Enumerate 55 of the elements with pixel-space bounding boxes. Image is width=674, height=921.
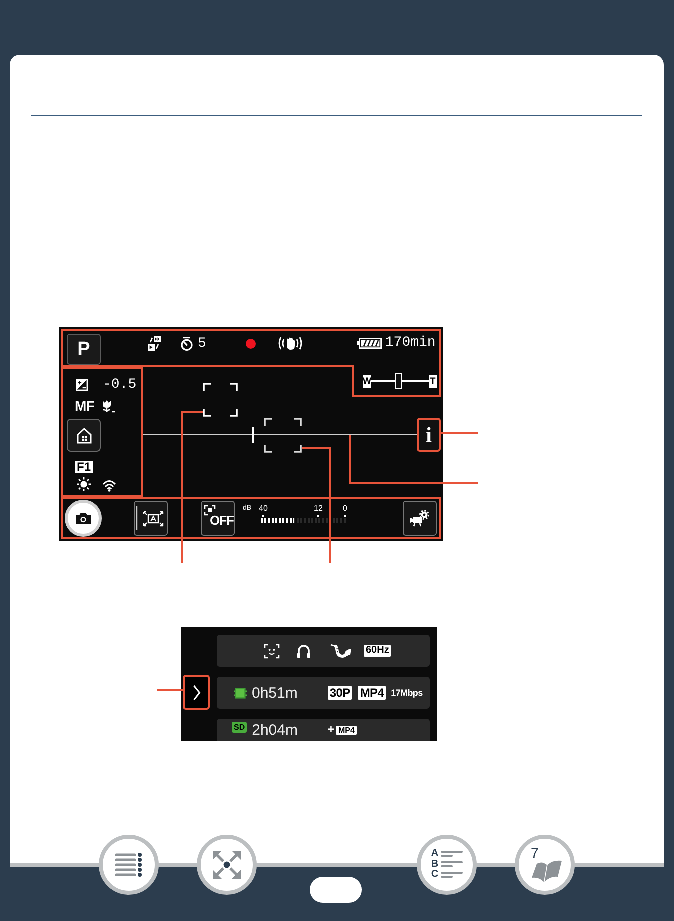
format-badge: MP4 bbox=[336, 726, 357, 735]
plus-sign: + bbox=[328, 723, 334, 738]
lines-icon bbox=[440, 850, 463, 880]
page-button[interactable]: 7 bbox=[515, 835, 575, 895]
index-button[interactable]: A B C bbox=[417, 835, 477, 895]
expand-button[interactable] bbox=[183, 675, 210, 710]
expand-arrows-icon bbox=[213, 851, 241, 879]
saxophone-icon bbox=[330, 644, 352, 658]
camera-settings-button[interactable] bbox=[403, 500, 437, 536]
exposure-icon bbox=[76, 379, 88, 391]
flower-icon bbox=[102, 400, 116, 412]
mode-button[interactable]: P bbox=[67, 334, 101, 365]
frame-swap-icon bbox=[148, 336, 161, 351]
bitrate-label: 17Mbps bbox=[391, 687, 423, 699]
recording-time: 2h04m bbox=[252, 722, 298, 739]
leader-line bbox=[157, 689, 183, 691]
headphones-icon bbox=[297, 644, 311, 658]
remaining-time: 170min bbox=[385, 335, 436, 351]
record-dot-icon bbox=[246, 339, 256, 349]
frame-corners-icon bbox=[204, 504, 216, 516]
list-icon bbox=[115, 853, 143, 877]
card-badge: SD bbox=[232, 722, 248, 733]
format-badge: 30P bbox=[328, 686, 352, 700]
meter-tick-label: 0 bbox=[343, 504, 348, 517]
focus-mode-label: MF bbox=[75, 399, 94, 413]
house-icon bbox=[76, 428, 92, 444]
info-button[interactable]: i bbox=[417, 418, 441, 452]
wifi-icon bbox=[102, 478, 117, 492]
exposure-value: -0.5 bbox=[103, 378, 137, 392]
memory-chip-icon bbox=[234, 688, 247, 698]
camera-button[interactable] bbox=[65, 500, 102, 536]
page-pill bbox=[310, 877, 362, 903]
video-camera-gear-icon bbox=[410, 510, 430, 526]
face-icon bbox=[264, 644, 280, 658]
battery-icon bbox=[357, 338, 382, 349]
frame-corners-icon bbox=[136, 504, 166, 532]
format-badge: MP4 bbox=[358, 686, 386, 700]
custom-key-label: F1 bbox=[75, 461, 94, 473]
sun-icon bbox=[76, 477, 92, 492]
focus-frame bbox=[203, 383, 238, 417]
frequency-badge: 60Hz bbox=[364, 645, 392, 657]
off-button[interactable]: OFF bbox=[201, 500, 235, 536]
face-frame-button[interactable] bbox=[134, 500, 168, 536]
self-timer-value: 5 bbox=[198, 336, 206, 352]
camera-icon bbox=[75, 512, 92, 524]
zoom-tele-label: T bbox=[429, 374, 437, 388]
recording-time: 0h51m bbox=[252, 684, 298, 702]
meter-tick-label: 40 bbox=[259, 504, 268, 517]
timer-icon bbox=[180, 337, 194, 351]
home-button[interactable] bbox=[67, 419, 101, 452]
focus-frame bbox=[264, 418, 302, 453]
zoom-wide-label: W bbox=[363, 374, 371, 388]
chevron-right-icon bbox=[192, 684, 200, 700]
hand-shake-icon bbox=[277, 336, 304, 351]
meter-tick-label: 12 bbox=[314, 504, 323, 517]
